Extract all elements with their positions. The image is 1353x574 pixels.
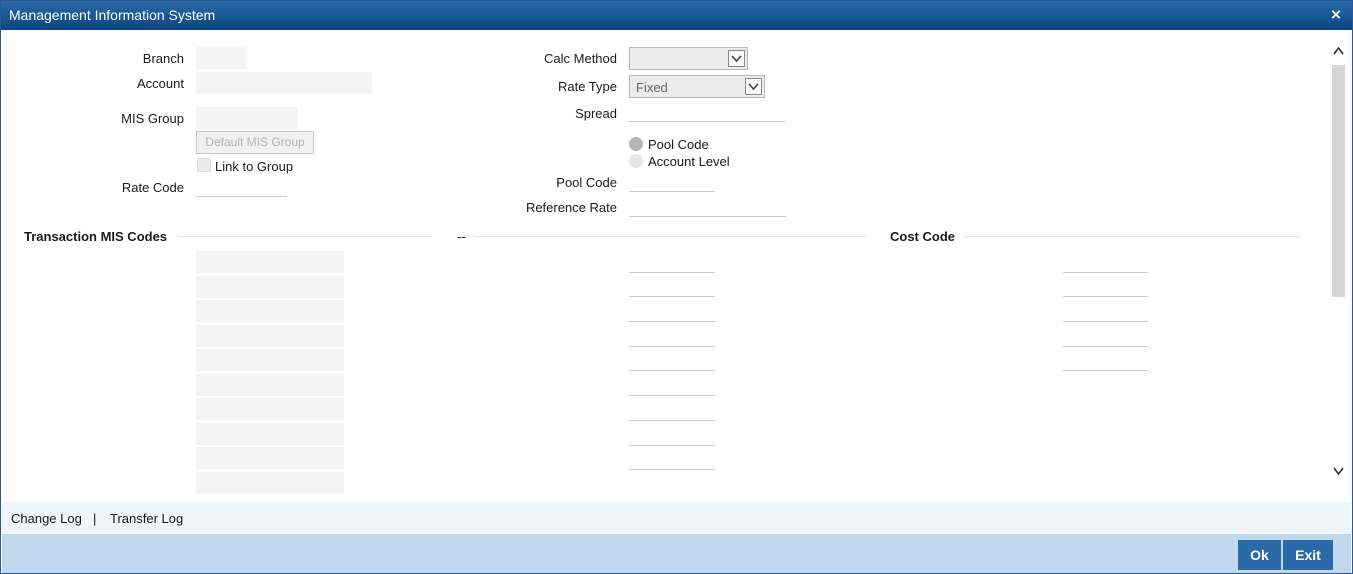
account-label: Account — [137, 76, 184, 91]
rate-code-label: Rate Code — [121, 180, 184, 195]
rate-type-value: Fixed — [636, 80, 668, 95]
mis-group-label: MIS Group — [121, 111, 184, 126]
section-divider — [474, 236, 866, 237]
pool-code-field[interactable] — [629, 172, 715, 192]
ok-button[interactable]: Ok — [1238, 540, 1281, 570]
composite-mis-code-field[interactable] — [629, 327, 715, 347]
composite-mis-code-field[interactable] — [629, 277, 715, 297]
mis-group-field[interactable] — [196, 107, 298, 129]
cost-code-field[interactable] — [1063, 277, 1148, 297]
scrollbar-thumb[interactable] — [1332, 65, 1345, 297]
calc-method-label: Calc Method — [544, 51, 617, 66]
link-to-group-checkbox[interactable] — [197, 158, 211, 172]
transaction-mis-codes-title: Transaction MIS Codes — [24, 229, 168, 244]
section-divider — [964, 236, 1300, 237]
pool-code-radio[interactable] — [629, 137, 643, 151]
chevron-up-icon[interactable] — [1332, 45, 1345, 57]
transaction-mis-code-field[interactable] — [196, 251, 344, 273]
vertical-scrollbar[interactable] — [1330, 41, 1347, 493]
composite-mis-code-field[interactable] — [629, 376, 715, 396]
account-level-radio[interactable] — [629, 154, 643, 168]
composite-mis-code-field[interactable] — [629, 401, 715, 421]
chevron-down-icon[interactable] — [728, 50, 745, 67]
cost-code-field[interactable] — [1063, 327, 1148, 347]
transaction-mis-code-field[interactable] — [196, 472, 344, 494]
pool-code-radio-label: Pool Code — [648, 137, 709, 152]
transaction-mis-code-field[interactable] — [196, 374, 344, 396]
cost-code-field[interactable] — [1063, 351, 1148, 371]
transaction-mis-code-field[interactable] — [196, 349, 344, 371]
rate-code-field[interactable] — [196, 177, 287, 197]
transaction-mis-code-field[interactable] — [196, 447, 344, 469]
log-separator: | — [93, 511, 97, 526]
transaction-mis-code-field[interactable] — [196, 276, 344, 298]
composite-mis-code-field[interactable] — [629, 253, 715, 273]
title-bar: Management Information System × — [1, 1, 1352, 30]
mis-dialog: Management Information System × Branch A… — [0, 0, 1353, 574]
transaction-mis-code-field[interactable] — [196, 398, 344, 420]
pool-code-label: Pool Code — [556, 175, 617, 190]
log-links-bar: Change Log | Transfer Log — [2, 502, 1351, 534]
footer-bar: Ok Exit — [2, 534, 1351, 573]
cost-code-field[interactable] — [1063, 302, 1148, 322]
calc-method-select[interactable] — [629, 47, 748, 70]
transfer-log-link[interactable]: Transfer Log — [110, 511, 183, 526]
exit-button[interactable]: Exit — [1283, 540, 1333, 570]
branch-field[interactable] — [196, 47, 246, 69]
account-level-radio-label: Account Level — [648, 154, 730, 169]
transaction-mis-code-field[interactable] — [196, 325, 344, 347]
rate-type-label: Rate Type — [557, 79, 617, 94]
spread-label: Spread — [575, 106, 617, 121]
account-field[interactable] — [196, 72, 372, 94]
composite-mis-code-field[interactable] — [629, 302, 715, 322]
spread-field[interactable] — [629, 102, 786, 122]
rate-type-select[interactable]: Fixed — [629, 75, 765, 98]
reference-rate-label: Reference Rate — [525, 200, 617, 215]
branch-label: Branch — [142, 51, 184, 66]
reference-rate-field[interactable] — [629, 197, 786, 217]
composite-mis-code-field[interactable] — [629, 351, 715, 371]
link-to-group-label: Link to Group — [215, 159, 294, 174]
section-divider — [178, 236, 432, 237]
close-icon[interactable]: × — [1328, 6, 1344, 24]
composite-mis-code-field[interactable] — [629, 426, 715, 446]
composite-mis-code-field[interactable] — [629, 450, 715, 470]
change-log-link[interactable]: Change Log — [11, 511, 82, 526]
window-title: Management Information System — [9, 7, 216, 23]
chevron-down-icon[interactable] — [745, 78, 762, 95]
cost-code-field[interactable] — [1063, 253, 1148, 273]
form-content: Branch Account MIS Group Default MIS Gro… — [2, 31, 1351, 501]
middle-section-title: -- — [457, 229, 466, 244]
transaction-mis-code-field[interactable] — [196, 300, 344, 322]
cost-code-title: Cost Code — [890, 229, 955, 244]
default-mis-group-button[interactable]: Default MIS Group — [196, 131, 314, 154]
transaction-mis-code-field[interactable] — [196, 423, 344, 445]
chevron-down-icon[interactable] — [1332, 465, 1345, 477]
